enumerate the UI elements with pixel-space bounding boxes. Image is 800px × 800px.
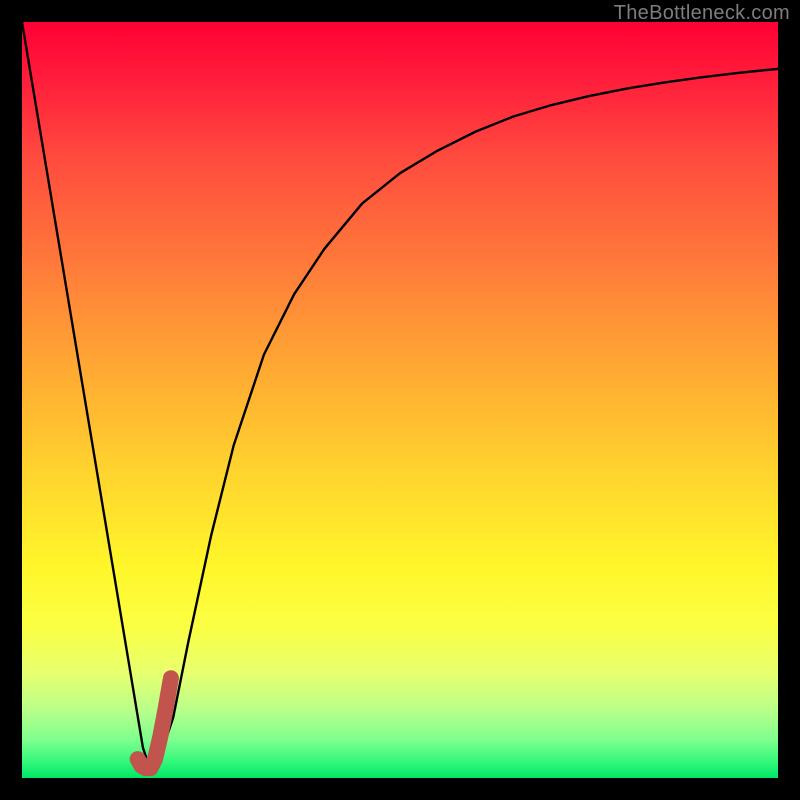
highlight-segment-path — [138, 678, 171, 768]
plot-area — [22, 22, 778, 778]
chart-svg — [22, 22, 778, 778]
watermark-text: TheBottleneck.com — [614, 2, 790, 25]
bottleneck-curve-path — [22, 22, 778, 770]
chart-frame: TheBottleneck.com — [0, 0, 800, 800]
